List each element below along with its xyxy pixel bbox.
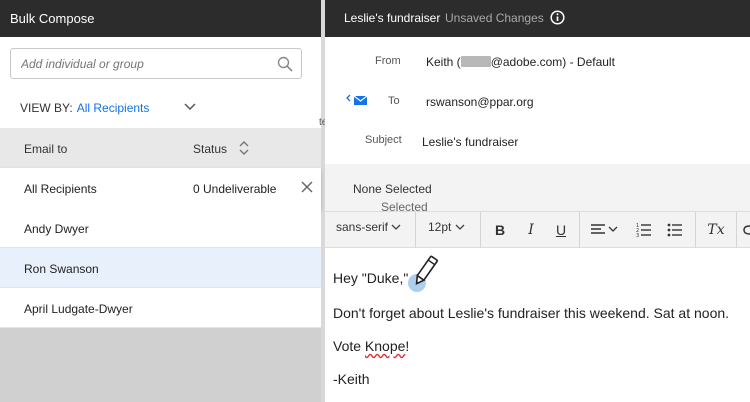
- search-icon[interactable]: [277, 56, 293, 72]
- from-prefix: Keith (: [426, 55, 461, 69]
- chevron-down-icon: [455, 224, 465, 230]
- font-family-value: sans-serif: [336, 220, 389, 234]
- info-icon[interactable]: [550, 10, 565, 25]
- all-recipients-row[interactable]: All Recipients 0 Undeliverable: [0, 168, 321, 208]
- body-line-message[interactable]: Don't forget about Leslie's fundraiser t…: [333, 305, 729, 321]
- sort-icon[interactable]: [238, 139, 250, 157]
- column-email-to: Email to: [24, 142, 68, 156]
- font-family-select[interactable]: sans-serif: [336, 220, 401, 234]
- body-line-vote[interactable]: Vote Knope!: [333, 338, 409, 354]
- panel-title: Bulk Compose: [0, 0, 321, 37]
- bold-button[interactable]: B: [492, 222, 508, 238]
- align-left-icon[interactable]: [591, 223, 621, 237]
- vote-suffix: !: [405, 338, 410, 354]
- list-item[interactable]: Ron Swanson: [0, 248, 321, 288]
- font-size-select[interactable]: 12pt: [428, 220, 465, 234]
- app-root: Bulk Compose VIEW BY: All Recipients Emai…: [0, 0, 750, 402]
- clear-formatting-button[interactable]: Tx: [706, 222, 726, 238]
- email-title: Leslie's fundraiser: [344, 11, 441, 25]
- view-by-label: VIEW BY:: [20, 101, 73, 115]
- chevron-down-icon: [391, 224, 401, 230]
- bulk-compose-panel: Bulk Compose VIEW BY: All Recipients Emai…: [0, 0, 321, 402]
- from-value[interactable]: Keith ( @adobe.com) - Default: [426, 55, 615, 69]
- subject-label: Subject: [365, 134, 402, 146]
- column-status[interactable]: Status: [193, 142, 227, 156]
- undeliverable-count: 0 Undeliverable: [193, 182, 277, 196]
- toolbar-divider: [579, 212, 580, 248]
- view-by-value[interactable]: All Recipients: [77, 101, 150, 115]
- compose-panel: Leslie's fundraiser Unsaved Changes From…: [325, 0, 750, 402]
- list-item[interactable]: Andy Dwyer: [0, 208, 321, 248]
- to-value[interactable]: rswanson@ppar.org: [426, 95, 534, 109]
- view-by[interactable]: VIEW BY: All Recipients: [20, 101, 149, 115]
- body-line-greeting[interactable]: Hey "Duke,": [333, 270, 408, 286]
- recipient-controls: VIEW BY: All Recipients: [0, 37, 321, 128]
- recipient-name: April Ludgate-Dwyer: [24, 302, 133, 316]
- italic-button[interactable]: I: [523, 222, 539, 238]
- subject-value[interactable]: Leslie's fundraiser: [422, 135, 518, 149]
- toolbar-divider: [736, 212, 737, 248]
- vote-prefix: Vote: [333, 338, 365, 354]
- email-icon[interactable]: [345, 93, 371, 107]
- editor-toolbar: sans-serif 12pt B I U 1 2 3 Tx: [325, 211, 750, 248]
- toolbar-divider: [480, 212, 481, 248]
- chevron-down-icon[interactable]: [183, 101, 197, 113]
- svg-text:3: 3: [636, 233, 639, 238]
- close-icon[interactable]: [300, 180, 314, 194]
- link-icon[interactable]: [743, 224, 750, 236]
- numbered-list-icon[interactable]: 1 2 3: [636, 222, 652, 238]
- all-recipients-label: All Recipients: [24, 182, 97, 196]
- body-line-signature[interactable]: -Keith: [333, 371, 370, 387]
- toolbar-divider: [415, 212, 416, 248]
- from-suffix: @adobe.com) - Default: [490, 55, 615, 69]
- template-row[interactable]: Selected Template: None Selected: [325, 164, 750, 228]
- redacted-mask: [460, 56, 491, 67]
- search-input[interactable]: [11, 49, 261, 78]
- from-label: From: [375, 55, 401, 67]
- recipient-name: Andy Dwyer: [24, 222, 89, 236]
- recipient-name: Ron Swanson: [24, 262, 99, 276]
- toolbar-divider: [695, 212, 696, 248]
- selected-template: Selected Template: None Selected: [353, 182, 433, 228]
- font-size-value: 12pt: [428, 220, 452, 234]
- underline-button[interactable]: U: [553, 222, 569, 238]
- misspelled-word[interactable]: Knope: [365, 338, 405, 354]
- list-item[interactable]: April Ludgate-Dwyer: [0, 288, 321, 328]
- template-value: None Selected: [353, 182, 432, 196]
- recipient-table-header: Email to Status: [0, 128, 321, 168]
- unsaved-status: Unsaved Changes: [445, 11, 544, 25]
- bullet-list-icon[interactable]: [667, 222, 683, 238]
- pencil-cursor-icon: [408, 255, 439, 292]
- compose-header: Leslie's fundraiser Unsaved Changes: [325, 0, 750, 37]
- search-box[interactable]: [10, 48, 302, 79]
- to-label: To: [388, 95, 400, 107]
